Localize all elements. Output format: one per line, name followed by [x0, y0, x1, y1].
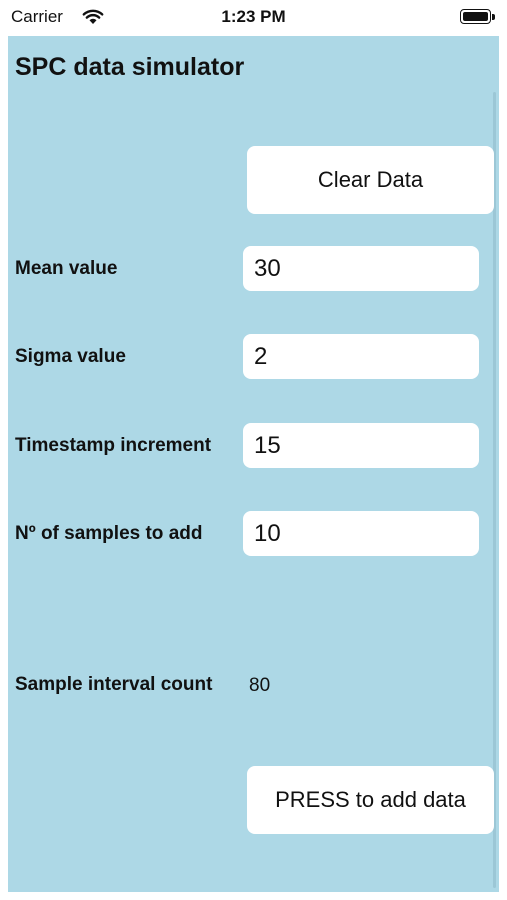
battery-icon	[460, 9, 497, 25]
scroll-indicator[interactable]	[493, 92, 496, 888]
sigma-value-label: Sigma value	[15, 346, 126, 367]
status-time: 1:23 PM	[221, 7, 286, 26]
mean-value-field[interactable]: 30	[243, 246, 479, 291]
samples-to-add-label: Nº of samples to add	[15, 523, 203, 544]
sample-interval-count-label: Sample interval count	[15, 674, 213, 695]
timestamp-increment-field[interactable]: 15	[243, 423, 479, 468]
clear-data-button[interactable]: Clear Data	[247, 146, 494, 214]
timestamp-increment-label: Timestamp increment	[15, 435, 212, 456]
bottom-edge	[0, 892, 507, 900]
status-bar: Carrier 1:23 PM	[0, 0, 507, 36]
mean-value-label: Mean value	[15, 258, 118, 279]
page-title: SPC data simulator	[15, 53, 245, 81]
sample-interval-count-value: 80	[249, 675, 271, 696]
add-data-button[interactable]: PRESS to add data	[247, 766, 494, 834]
sigma-value-field[interactable]: 2	[243, 334, 479, 379]
battery-fill	[463, 12, 488, 21]
samples-to-add-field[interactable]: 10	[243, 511, 479, 556]
